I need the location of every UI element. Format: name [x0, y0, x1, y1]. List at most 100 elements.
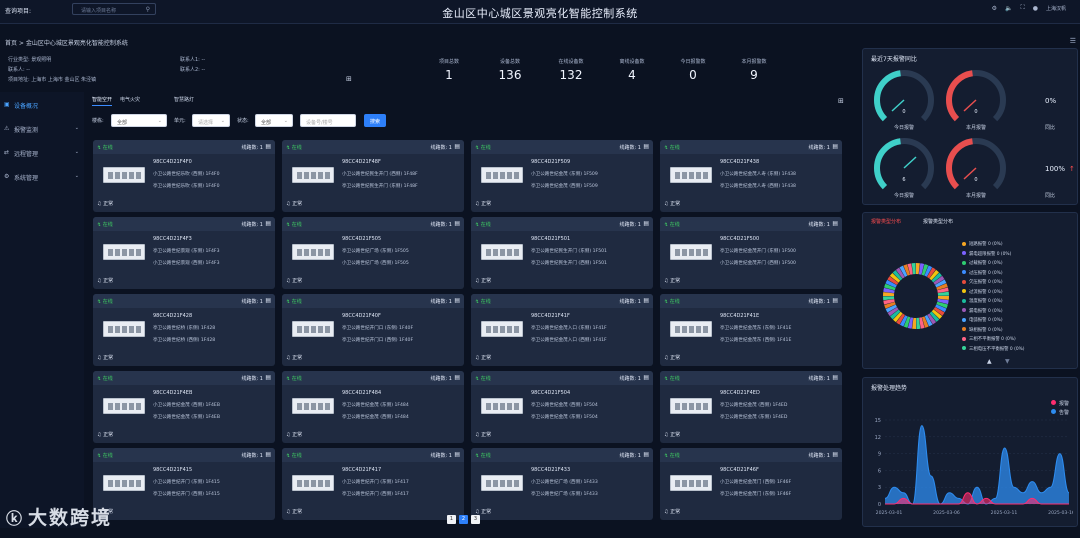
device-card[interactable]: ↯ 在线 线路数: 1 ▤ 98CC4D21F428 亭卫公路世纪桥 (东侧) 1F42… [93, 294, 275, 366]
device-card[interactable]: ↯ 在线 线路数: 1 ▤ 98CC4D21F504 亭卫公路世纪金茂 (西侧) 1F5… [471, 371, 653, 443]
avatar[interactable]: ● [1033, 5, 1038, 12]
device-card[interactable]: ↯ 在线 线路数: 1 ▤ 98CC4D21F500 亭卫公路世纪金茂开门 (东侧) 1… [660, 217, 842, 289]
device-list-icon[interactable]: ▤ [265, 374, 271, 381]
legend-item: 过载报警 0 (0%) [962, 260, 1003, 266]
page-button-3[interactable]: 3 [471, 515, 480, 524]
device-list-icon[interactable]: ▤ [454, 374, 460, 381]
device-list-icon[interactable]: ▤ [832, 220, 838, 227]
legend-swatch [1050, 400, 1056, 405]
sidebar-item-2[interactable]: ⇄ 远程管理 ⌄ [0, 146, 84, 160]
device-list-icon[interactable]: ▤ [643, 374, 649, 381]
settings-icon[interactable]: ⚙ [992, 5, 997, 12]
device-card[interactable]: ↯ 在线 线路数: 1 ▤ 98CC4D21F438 小卫公路世纪金茂人寿 (东侧) 1… [660, 140, 842, 212]
page-button-1[interactable]: 1 [447, 515, 456, 524]
device-search-input[interactable]: 设备号/楼号 [300, 114, 356, 127]
status-select[interactable]: 全部 ⌄ [255, 114, 293, 127]
device-card[interactable]: ↯ 在线 线路数: 1 ▤ 98CC4D21F509 小卫公路世纪金茂 (东侧) 1F5… [471, 140, 653, 212]
tab-alarm-type[interactable]: 报警类型分布 [871, 218, 901, 225]
stat-item: 设备总数 136 [479, 58, 541, 82]
unit-select[interactable]: 请选择 ⌄ [192, 114, 230, 127]
card-header: ↯ 在线 线路数: 1 ▤ [660, 140, 842, 154]
device-list-icon[interactable]: ▤ [832, 297, 838, 304]
device-card[interactable]: ↯ 在线 线路数: 1 ▤ 98CC4D21F4ED 亭卫公路世纪金茂 (西侧) 1F4… [660, 371, 842, 443]
device-list-icon[interactable]: ▤ [454, 451, 460, 458]
sidebar-item-0[interactable]: ▣ 设备概况 [0, 98, 84, 112]
circuit-line-2: 亭卫公路世纪金茂 (东侧) 1F4ED [720, 415, 788, 420]
chevron-down-icon: ⌄ [74, 149, 79, 155]
breaker-device-image [103, 475, 145, 491]
device-card[interactable]: ↯ 在线 线路数: 1 ▤ 98CC4D21F41E 亭卫公路世纪金茂东 (东侧) 1F… [660, 294, 842, 366]
device-state: ♫ 正常 [475, 277, 491, 284]
device-list-icon[interactable]: ▤ [454, 143, 460, 150]
sidebar-item-1[interactable]: ⚠ 报警监测 ⌄ [0, 122, 84, 136]
device-state: ♫ 正常 [664, 200, 680, 207]
stat-item: 本月报警数 9 [723, 58, 785, 82]
gauge-label: 今日报警 [893, 193, 914, 199]
volume-icon[interactable]: 🔈 [1005, 5, 1012, 12]
device-card[interactable]: ↯ 在线 线路数: 1 ▤ 98CC4D21F4EB 小卫公路世纪金茂 (西侧) 1F4… [93, 371, 275, 443]
device-card[interactable]: ↯ 在线 线路数: 1 ▤ 98CC4D21F484 亭卫公路世纪金茂 (东侧) 1F4… [282, 371, 464, 443]
tab-alarm-type-2[interactable]: 报警类型分布 [923, 218, 953, 225]
search-button[interactable]: 搜索 [364, 114, 386, 127]
device-list-icon[interactable]: ▤ [643, 143, 649, 150]
breaker-switch [689, 326, 694, 333]
project-search-input[interactable]: 请输入项目名称 ⚲ [72, 3, 156, 15]
device-list-icon[interactable]: ▤ [643, 297, 649, 304]
tab-smart-breaker[interactable]: 智能空开 [92, 96, 113, 106]
view-grid-icon[interactable]: ⊞ [838, 97, 844, 105]
settings-icon: ⚙ [4, 173, 10, 180]
device-state: ♫ 正常 [475, 508, 491, 515]
device-list-icon[interactable]: ▤ [265, 297, 271, 304]
tab-smart-streetlight[interactable]: 智慧路灯 [174, 96, 194, 103]
device-card[interactable]: ↯ 在线 线路数: 1 ▤ 98CC4D21F40F 亭卫公路世纪开门口 (东侧) 1F… [282, 294, 464, 366]
breaker-switch [325, 480, 330, 487]
card-header: ↯ 在线 线路数: 1 ▤ [660, 371, 842, 385]
device-state: ♫ 正常 [97, 354, 113, 361]
device-card[interactable]: ↯ 在线 线路数: 1 ▤ 98CC4D21F417 小卫公路世纪开门 (东侧) 1F4… [282, 448, 464, 520]
stat-value: 9 [750, 68, 758, 82]
legend-prev-icon[interactable]: ▲ [987, 358, 992, 365]
breadcrumb-text[interactable]: 首页 > 金山区中心城区景观亮化智能控制系统 [5, 38, 128, 47]
username[interactable]: 上海汉帆 [1046, 5, 1066, 12]
device-list-icon[interactable]: ▤ [643, 451, 649, 458]
line-count: 线路数: 1 [241, 299, 263, 305]
device-card[interactable]: ↯ 在线 线路数: 1 ▤ 98CC4D21F41F 亭卫公路世纪金茂入口 (东侧) 1… [471, 294, 653, 366]
breaker-switch [311, 480, 316, 487]
stat-value: 136 [498, 68, 522, 82]
legend-label: 欠压报警 0 (0%) [969, 280, 1003, 285]
building-select[interactable]: 全部 ⌄ [111, 114, 167, 127]
tab-electrical-fire[interactable]: 电气火灾 [120, 96, 140, 103]
grid-icon[interactable]: ⊞ [346, 74, 352, 84]
breaker-switch [136, 249, 141, 256]
device-list-icon[interactable]: ▤ [265, 451, 271, 458]
device-card[interactable]: ↯ 在线 线路数: 1 ▤ 98CC4D21F501 亭卫公路世纪民生开门 (东侧) 1… [471, 217, 653, 289]
legend-swatch [962, 289, 966, 293]
device-list-icon[interactable]: ▤ [454, 297, 460, 304]
breaker-switch [682, 249, 687, 256]
device-list-icon[interactable]: ▤ [832, 374, 838, 381]
device-card[interactable]: ↯ 在线 线路数: 1 ▤ 98CC4D21F48F 小卫公路世纪民生开门 (西侧) 1… [282, 140, 464, 212]
device-card[interactable]: ↯ 在线 线路数: 1 ▤ 98CC4D21F4F3 亭卫公路世纪景观 (东侧) 1F4… [93, 217, 275, 289]
line-count: 线路数: 1 [430, 376, 452, 382]
device-card[interactable]: ↯ 在线 线路数: 1 ▤ 98CC4D21F46F 小卫公路世纪金茂门 (西侧) 1F… [660, 448, 842, 520]
fullscreen-icon[interactable]: ⛶ [1021, 4, 1025, 12]
device-card[interactable]: ↯ 在线 线路数: 1 ▤ 98CC4D21F505 亭卫公路世纪广场 (东侧) 1F5… [282, 217, 464, 289]
collapse-icon[interactable]: ☰ [1070, 37, 1076, 45]
device-list-icon[interactable]: ▤ [643, 220, 649, 227]
page-button-2[interactable]: 2 [459, 515, 468, 524]
device-card[interactable]: ↯ 在线 线路数: 1 ▤ 98CC4D21F415 小卫公路世纪开门 (东侧) 1F4… [93, 448, 275, 520]
stat-label: 项目总数 [438, 59, 459, 65]
device-list-icon[interactable]: ▤ [265, 143, 271, 150]
device-card[interactable]: ↯ 在线 线路数: 1 ▤ 98CC4D21F4F0 小卫公路世纪乐吹 (西侧) 1F4… [93, 140, 275, 212]
device-list-icon[interactable]: ▤ [454, 220, 460, 227]
breaker-switch [122, 249, 127, 256]
device-list-icon[interactable]: ▤ [265, 220, 271, 227]
device-card[interactable]: ↯ 在线 线路数: 1 ▤ 98CC4D21F433 小卫公路世纪广场 (西侧) 1F4… [471, 448, 653, 520]
legend-next-icon[interactable]: ▼ [1005, 358, 1010, 365]
device-list-icon[interactable]: ▤ [832, 451, 838, 458]
breaker-device-image [481, 398, 523, 414]
search-icon[interactable]: ⚲ [146, 6, 150, 13]
sidebar-item-3[interactable]: ⚙ 系统管理 ⌄ [0, 170, 84, 184]
stat-value: 4 [628, 68, 636, 82]
device-list-icon[interactable]: ▤ [832, 143, 838, 150]
